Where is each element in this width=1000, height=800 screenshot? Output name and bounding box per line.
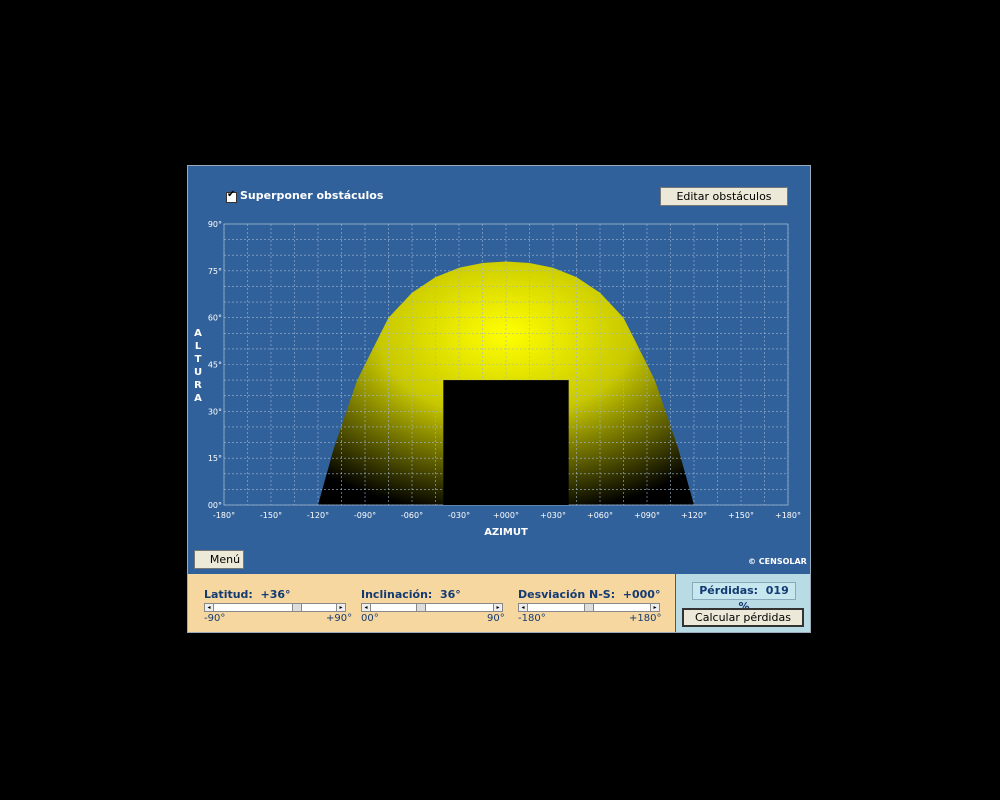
y-axis-title-letter: A <box>194 393 202 404</box>
y-axis-title-letter: A <box>194 328 202 339</box>
x-tick-label: -120° <box>307 511 329 520</box>
y-tick-label: 30° <box>208 407 222 416</box>
horizon-loss-window: ✔ Superponer obstáculos Editar obstáculo… <box>187 165 811 633</box>
slider-left-arrow-icon[interactable]: ◂ <box>361 603 371 612</box>
deviation-label-text: Desviación N-S: <box>518 588 616 601</box>
obstacle-block <box>443 380 569 505</box>
inclination-value: 36° <box>440 588 461 601</box>
copyright-credit: © CENSOLAR <box>748 557 807 566</box>
y-tick-label: 60° <box>208 314 222 323</box>
latitude-max: +90° <box>326 613 353 624</box>
parameters-panel: Latitud: +36° ◂ ▸ -90° +90° Inclinación:… <box>188 574 675 632</box>
menu-button[interactable]: Menú <box>194 550 244 569</box>
menu-label: Menú <box>209 553 241 566</box>
y-tick-label: 75° <box>208 267 222 276</box>
y-tick-label: 45° <box>208 361 222 370</box>
sun-path-chart: -180° -150° -120° -090° -060° -030° +000° +030°… <box>194 220 801 538</box>
slider-left-arrow-icon[interactable]: ◂ <box>204 603 214 612</box>
x-tick-label: +090° <box>634 511 660 520</box>
losses-readout: Pérdidas: 019 % <box>692 582 796 613</box>
x-tick-label: -150° <box>260 511 282 520</box>
deviation-min: -180° <box>518 613 546 624</box>
inclination-max: 90° <box>487 613 505 624</box>
y-axis-title: ALTURA <box>194 328 202 404</box>
x-tick-label: -180° <box>213 511 235 520</box>
deviation-value: +000° <box>622 588 661 601</box>
deviation-slider-thumb[interactable] <box>584 603 594 612</box>
deviation-max: +180° <box>629 613 662 624</box>
y-axis-title-letter: L <box>195 341 202 352</box>
latitude-slider-thumb[interactable] <box>292 603 302 612</box>
y-axis-title-letter: R <box>194 380 202 391</box>
x-tick-label: +000° <box>493 511 519 520</box>
x-tick-label: +180° <box>775 511 801 520</box>
inclination-slider[interactable]: ◂ ▸ <box>361 603 503 612</box>
y-tick-label: 90° <box>208 220 222 229</box>
inclination-label-text: Inclinación: <box>361 588 433 601</box>
slider-right-arrow-icon[interactable]: ▸ <box>650 603 660 612</box>
x-tick-label: -060° <box>401 511 423 520</box>
inclination-label: Inclinación: 36° <box>361 588 461 601</box>
latitude-label: Latitud: +36° <box>204 588 291 601</box>
x-tick-label: +060° <box>587 511 613 520</box>
y-tick-label: 15° <box>208 454 222 463</box>
x-tick-label: +150° <box>728 511 754 520</box>
inclination-min: 00° <box>361 613 379 624</box>
x-axis-title: AZIMUT <box>484 527 528 538</box>
x-tick-label: +120° <box>681 511 707 520</box>
y-axis-title-letter: U <box>194 367 202 378</box>
calculate-losses-button[interactable]: Calcular pérdidas <box>682 608 804 627</box>
y-axis-title-letter: T <box>195 354 202 365</box>
latitude-slider[interactable]: ◂ ▸ <box>204 603 346 612</box>
latitude-value: +36° <box>260 588 291 601</box>
x-tick-label: -090° <box>354 511 376 520</box>
x-tick-label: -030° <box>448 511 470 520</box>
deviation-slider[interactable]: ◂ ▸ <box>518 603 660 612</box>
slider-left-arrow-icon[interactable]: ◂ <box>518 603 528 612</box>
losses-label: Pérdidas: <box>699 584 759 597</box>
losses-panel: Pérdidas: 019 % Calcular pérdidas <box>676 574 810 632</box>
latitude-label-text: Latitud: <box>204 588 253 601</box>
latitude-min: -90° <box>204 613 226 624</box>
inclination-slider-thumb[interactable] <box>416 603 426 612</box>
y-tick-label: 00° <box>208 501 222 510</box>
chart-panel: ✔ Superponer obstáculos Editar obstáculo… <box>188 166 810 574</box>
deviation-label: Desviación N-S: +000° <box>518 588 660 601</box>
x-tick-label: +030° <box>540 511 566 520</box>
slider-right-arrow-icon[interactable]: ▸ <box>336 603 346 612</box>
slider-right-arrow-icon[interactable]: ▸ <box>493 603 503 612</box>
